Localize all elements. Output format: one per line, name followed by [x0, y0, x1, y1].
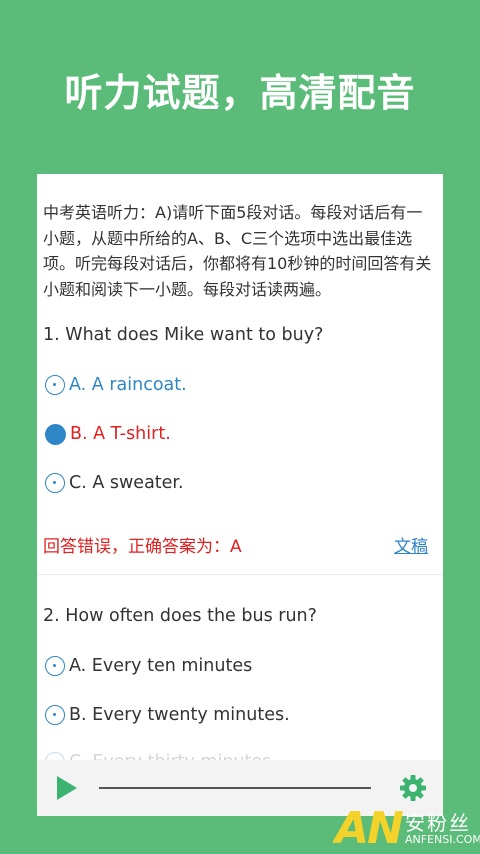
- answer-result-message: 回答错误，正确答案为：A: [43, 537, 242, 557]
- settings-gear-icon[interactable]: [399, 774, 427, 802]
- q1-option-b-label: B. A T-shirt.: [70, 424, 171, 444]
- question-1-text: 1. What does Mike want to buy?: [43, 325, 324, 345]
- radio-unselected-icon: [45, 375, 65, 395]
- q2-option-b-label: B. Every twenty minutes.: [69, 705, 290, 725]
- q2-option-c[interactable]: C. Every thirty minutes.: [45, 749, 277, 760]
- transcript-link[interactable]: 文稿: [394, 532, 428, 557]
- question-divider: [37, 574, 443, 575]
- q1-option-c[interactable]: C. A sweater.: [45, 470, 184, 496]
- q2-option-a-label: A. Every ten minutes: [69, 656, 253, 676]
- q2-option-c-label: C. Every thirty minutes.: [69, 752, 277, 760]
- q1-option-b[interactable]: B. A T-shirt.: [45, 421, 171, 447]
- radio-unselected-icon: [45, 752, 65, 760]
- watermark-logo: AN: [335, 803, 404, 854]
- q2-option-a[interactable]: A. Every ten minutes: [45, 653, 252, 679]
- q1-option-a[interactable]: A. A raincoat.: [45, 372, 187, 398]
- radio-selected-icon: [45, 423, 66, 445]
- watermark-name: 安粉丝: [405, 811, 471, 835]
- question-list[interactable]: 中考英语听力：A)请听下面5段对话。每段对话后有一小题，从题中所给的A、B、C三…: [37, 174, 443, 760]
- audio-progress-bar[interactable]: [99, 787, 371, 789]
- radio-unselected-icon: [45, 705, 65, 725]
- q2-option-b[interactable]: B. Every twenty minutes.: [45, 702, 290, 728]
- exercise-card: 中考英语听力：A)请听下面5段对话。每段对话后有一小题，从题中所给的A、B、C三…: [37, 174, 443, 816]
- q1-option-a-label: A. A raincoat.: [69, 375, 187, 395]
- watermark-domain: ANFENSI.COM: [405, 833, 480, 846]
- banner-title: 听力试题，高清配音: [64, 71, 416, 115]
- radio-unselected-icon: [45, 473, 65, 493]
- question-2-text: 2. How often does the bus run?: [43, 606, 317, 626]
- radio-unselected-icon: [45, 656, 65, 676]
- listening-instructions: 中考英语听力：A)请听下面5段对话。每段对话后有一小题，从题中所给的A、B、C三…: [43, 203, 432, 299]
- site-watermark: AN 安粉丝 ANFENSI.COM: [335, 803, 480, 854]
- q1-option-c-label: C. A sweater.: [69, 473, 184, 493]
- play-icon[interactable]: [55, 774, 79, 802]
